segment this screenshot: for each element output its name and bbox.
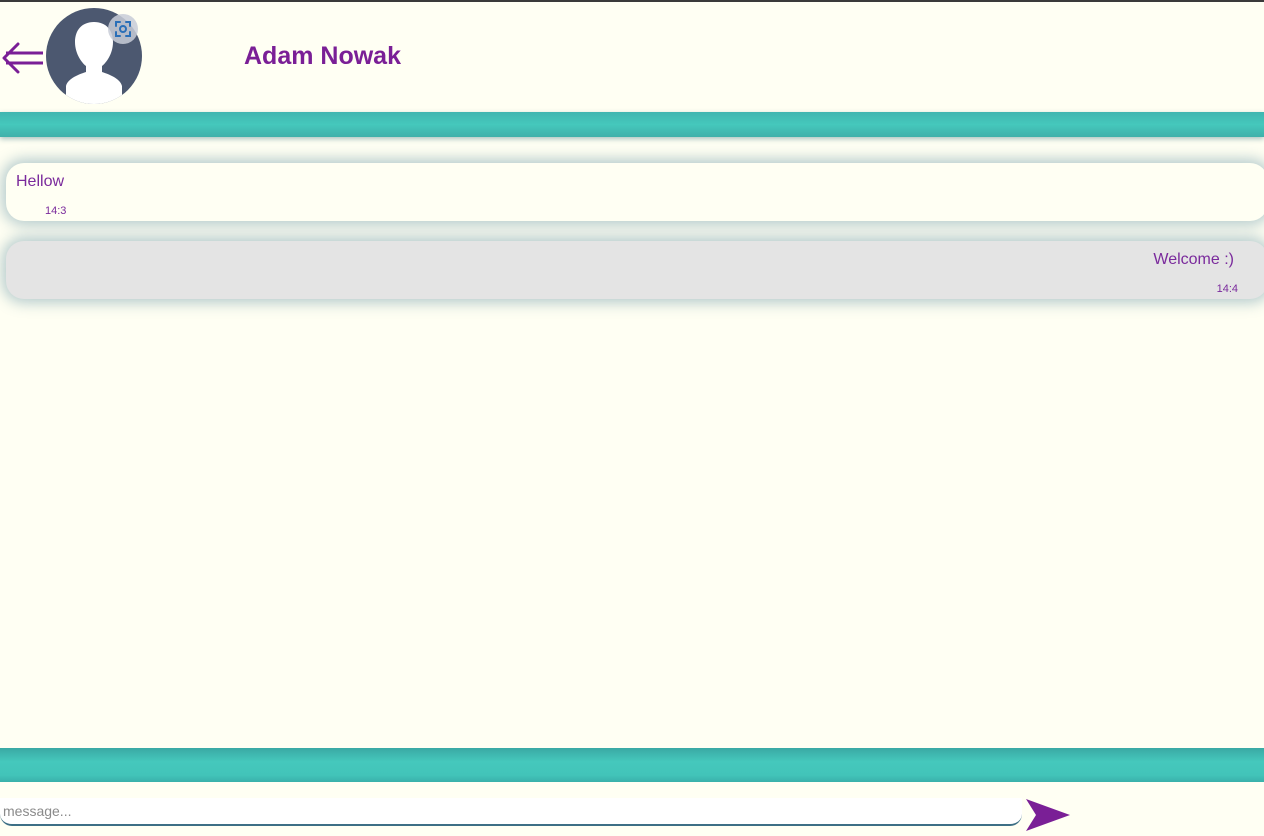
message-text: Welcome :) xyxy=(1153,251,1234,268)
message-time: 14:4 xyxy=(1216,283,1238,295)
message-text: Hellow xyxy=(16,173,65,190)
message-time: 14:3 xyxy=(45,205,67,217)
chat-header: Adam Nowak xyxy=(0,2,1264,112)
message-list: Hellow 14:3 Welcome :) 14:4 xyxy=(0,137,1264,747)
back-arrow-icon xyxy=(2,42,43,74)
camera-focus-icon xyxy=(115,21,131,37)
header-divider xyxy=(0,112,1264,137)
message-bubble-outgoing: Welcome :) 14:4 xyxy=(6,241,1264,299)
chat-window: Adam Nowak Hellow 14:3 Welcome :) 14:4 xyxy=(0,0,1264,836)
send-button[interactable] xyxy=(1024,796,1072,834)
send-arrow-icon xyxy=(1026,799,1070,831)
message-input[interactable] xyxy=(0,798,1022,826)
avatar-edit-button[interactable] xyxy=(108,14,138,44)
message-bubble-incoming: Hellow 14:3 xyxy=(6,163,1264,221)
back-button[interactable] xyxy=(2,40,44,76)
contact-name: Adam Nowak xyxy=(244,42,401,70)
message-composer xyxy=(0,782,1264,836)
composer-divider xyxy=(0,748,1264,782)
